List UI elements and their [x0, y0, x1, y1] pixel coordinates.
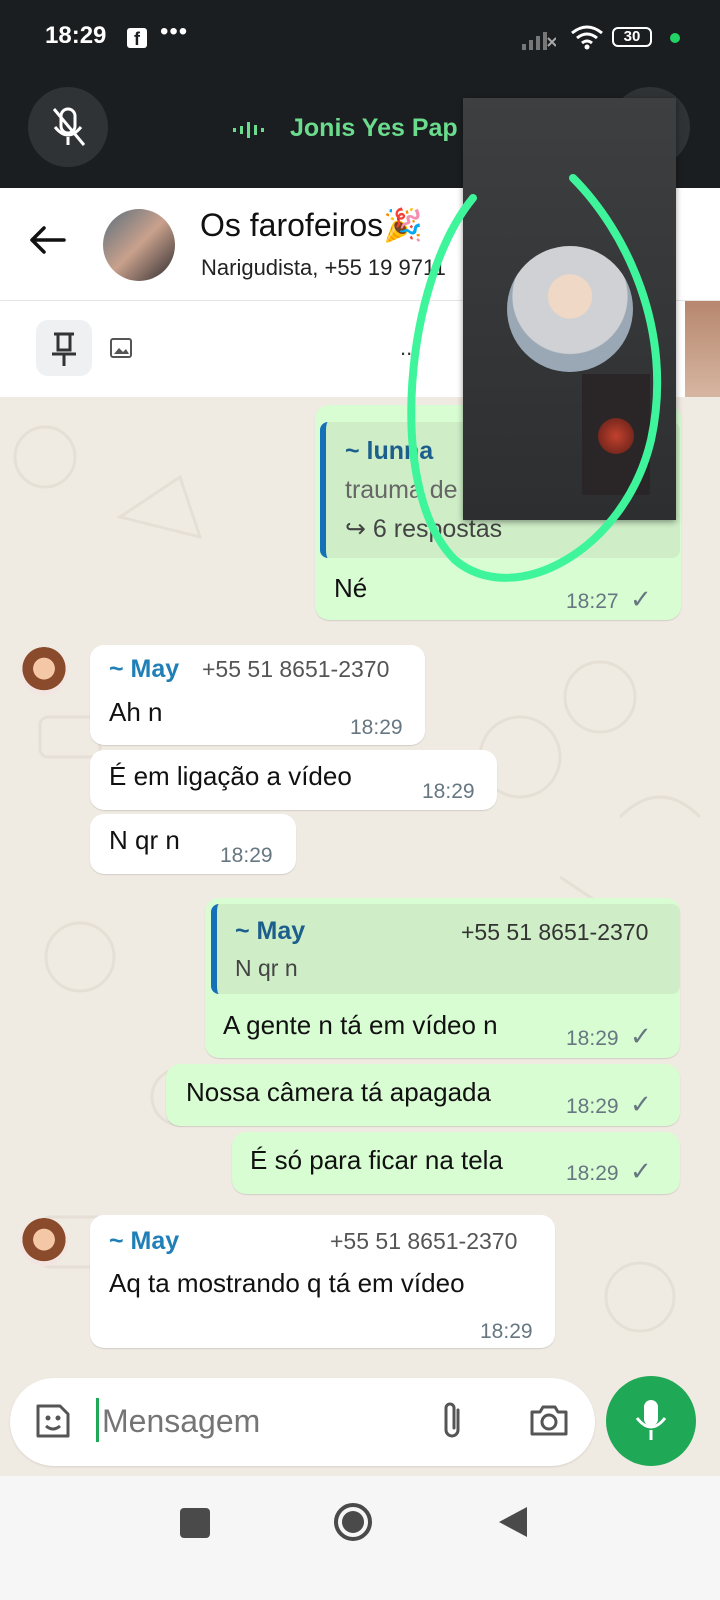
battery-icon: 30	[612, 27, 652, 47]
group-title[interactable]: Os farofeiros🎉	[200, 206, 423, 244]
camera-icon[interactable]	[528, 1402, 570, 1438]
sender-name[interactable]: ~ May	[109, 1227, 179, 1256]
image-icon	[110, 338, 132, 358]
message-text: É em ligação a vídeo	[109, 761, 352, 791]
message-text: Né	[334, 573, 368, 603]
quoted-phone: +55 51 8651-2370	[461, 919, 649, 945]
microphone-icon	[635, 1400, 667, 1440]
voice-record-button[interactable]	[606, 1376, 696, 1466]
call-participant-name[interactable]: Jonis Yes Pap	[290, 114, 458, 143]
wifi-icon	[571, 25, 603, 50]
audio-wave-icon	[233, 122, 264, 138]
mic-off-icon	[52, 107, 86, 146]
sent-check-icon: ✓	[630, 1089, 652, 1119]
message-input[interactable]	[100, 1398, 404, 1444]
message-time: 18:29	[220, 844, 273, 867]
sender-avatar[interactable]	[20, 1218, 68, 1266]
quoted-text: N qr n	[235, 955, 298, 981]
text-cursor	[96, 1398, 99, 1442]
status-time: 18:29	[45, 22, 107, 49]
message-time: 18:29	[350, 716, 403, 739]
message-text: N qr n	[109, 825, 180, 855]
message-text: Aq ta mostrando q tá em vídeo	[109, 1268, 465, 1298]
message-time: 18:29	[422, 780, 475, 803]
sent-check-icon: ✓	[630, 1156, 652, 1186]
message-time: 18:29	[566, 1162, 619, 1185]
sender-avatar[interactable]	[20, 647, 68, 695]
message-text: A gente n tá em vídeo n	[223, 1010, 498, 1040]
back-arrow-icon[interactable]	[28, 224, 68, 256]
sent-check-icon: ✓	[630, 1021, 652, 1051]
signal-icon	[522, 32, 556, 50]
pin-icon	[52, 332, 76, 366]
pin-button[interactable]	[36, 320, 92, 376]
nav-back-icon[interactable]	[497, 1505, 529, 1539]
message-text: Ah n	[109, 697, 163, 727]
facebook-notification-icon: f	[127, 28, 147, 49]
attach-clip-icon[interactable]	[438, 1400, 468, 1442]
quoted-sender: ~ May	[235, 917, 306, 945]
sender-phone: +55 51 8651-2370	[330, 1228, 518, 1254]
message-time: 18:29	[566, 1095, 619, 1118]
reply-arrow-icon: ↪	[345, 515, 373, 543]
home-button-dot	[342, 1511, 364, 1533]
sender-name[interactable]: ~ May	[109, 655, 179, 684]
recents-button[interactable]	[180, 1508, 210, 1538]
privacy-indicator-dot	[670, 33, 680, 43]
message-time: 18:29	[480, 1320, 533, 1343]
mute-button[interactable]	[28, 87, 108, 167]
group-avatar[interactable]	[103, 209, 175, 281]
more-notifications-icon: •••	[160, 18, 189, 45]
message-text: Nossa câmera tá apagada	[186, 1077, 491, 1107]
hand-drawn-circle-annotation	[407, 174, 662, 582]
sender-phone: +55 51 8651-2370	[202, 656, 390, 682]
pinned-thumbnail	[685, 301, 720, 397]
message-time: 18:29	[566, 1027, 619, 1050]
message-text: É só para ficar na tela	[250, 1145, 503, 1175]
sticker-icon[interactable]	[32, 1400, 74, 1442]
